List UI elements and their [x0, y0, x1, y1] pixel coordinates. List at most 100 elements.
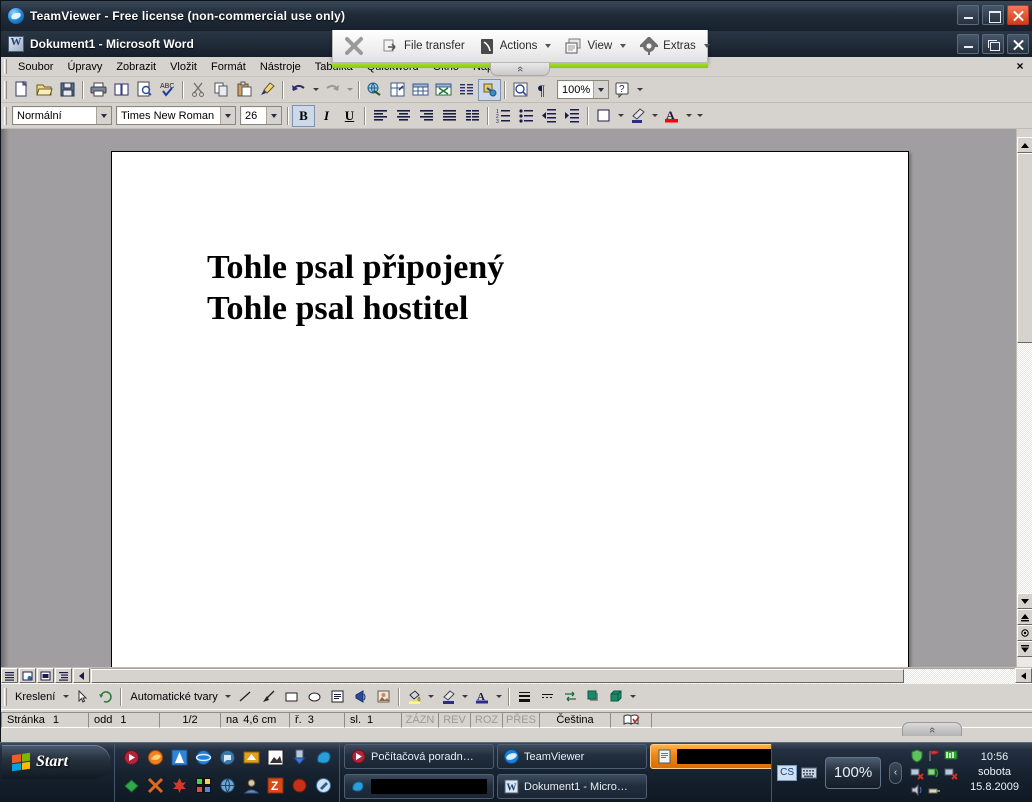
select-browse-object-button[interactable]: [1017, 625, 1032, 641]
menu-vlozit[interactable]: Vložit: [163, 59, 204, 75]
avast-icon[interactable]: [167, 745, 191, 771]
drawing-toolbar-grip[interactable]: [4, 687, 7, 706]
dash-style-icon[interactable]: [536, 686, 559, 708]
formatting-toolbar-grip[interactable]: [4, 106, 7, 125]
highlight-icon[interactable]: [626, 105, 649, 127]
teamviewer-bottom-tab[interactable]: [902, 722, 962, 736]
autoshapes-caret-icon[interactable]: [223, 686, 234, 708]
status-language[interactable]: Čeština: [539, 711, 611, 728]
usb-icon[interactable]: [926, 782, 942, 798]
outline-view-icon[interactable]: [55, 668, 72, 683]
zoom-dropdown-icon[interactable]: [593, 81, 608, 98]
italic-button[interactable]: I: [315, 105, 338, 127]
save-icon[interactable]: [56, 79, 79, 101]
copy-icon[interactable]: [210, 79, 233, 101]
shadow-style-icon[interactable]: [582, 686, 605, 708]
task-button-pocitacova-poradna[interactable]: Počítačová poradn…: [344, 744, 494, 769]
menu-format[interactable]: Formát: [204, 59, 253, 75]
shield-icon[interactable]: [909, 748, 925, 764]
word-close-button[interactable]: [1007, 34, 1029, 54]
free-rotate-icon[interactable]: [94, 686, 117, 708]
align-right-icon[interactable]: [415, 105, 438, 127]
menu-upravy[interactable]: Úpravy: [60, 59, 109, 75]
horizontal-scroll-thumb[interactable]: [91, 668, 905, 683]
normal-view-icon[interactable]: [1, 668, 18, 683]
bold-button[interactable]: B: [292, 104, 315, 127]
sound-icon[interactable]: [909, 782, 925, 798]
web-icon[interactable]: [215, 773, 239, 799]
actions-caret-icon[interactable]: [545, 44, 552, 48]
line-style-icon[interactable]: [513, 686, 536, 708]
print-layout-view-icon[interactable]: [37, 668, 54, 683]
autoshapes-button[interactable]: Automatické tvary: [125, 691, 222, 703]
tv-extras-button[interactable]: Extras: [633, 30, 717, 63]
task-button-redacted-1[interactable]: [344, 774, 494, 799]
font-dropdown-icon[interactable]: [220, 107, 235, 124]
line-icon[interactable]: [234, 686, 257, 708]
font-color-icon[interactable]: A: [471, 686, 494, 708]
web-layout-view-icon[interactable]: [19, 668, 36, 683]
menu-zobrazit[interactable]: Zobrazit: [109, 59, 163, 75]
style-dropdown-icon[interactable]: [96, 107, 111, 124]
formatting-toolbar-options-icon[interactable]: [694, 105, 705, 127]
wordart-icon[interactable]: [349, 686, 372, 708]
status-mode-zazn[interactable]: ZÁZN: [401, 711, 439, 728]
messenger-icon[interactable]: [311, 745, 335, 771]
status-mode-roz[interactable]: ROZ: [470, 711, 503, 728]
line-color-icon[interactable]: [437, 686, 460, 708]
fill-color-dropdown-icon[interactable]: [426, 686, 437, 708]
internet-explorer-icon[interactable]: [191, 745, 215, 771]
taskbar-clock[interactable]: 10:56 sobota 15.8.2009: [966, 750, 1027, 795]
align-justify-icon[interactable]: [438, 105, 461, 127]
tv-actions-button[interactable]: Actions: [472, 30, 559, 63]
scroll-right-button[interactable]: [1015, 668, 1032, 683]
align-left-icon[interactable]: [369, 105, 392, 127]
font-color-dropdown-icon[interactable]: [683, 105, 694, 127]
word-minimize-button[interactable]: [957, 34, 979, 54]
language-indicator[interactable]: CS: [777, 764, 798, 781]
previous-page-button[interactable]: [1017, 609, 1032, 625]
emerald-icon[interactable]: [119, 773, 143, 799]
page-preview-icon[interactable]: [133, 79, 156, 101]
miranda-icon[interactable]: [215, 745, 239, 771]
status-mode-pres[interactable]: PŘES: [502, 711, 540, 728]
task-button-active-redacted[interactable]: [650, 744, 772, 769]
line-color-dropdown-icon[interactable]: [460, 686, 471, 708]
flag-icon[interactable]: [926, 748, 942, 764]
vertical-scroll-track[interactable]: [1017, 343, 1032, 593]
style-combo[interactable]: Normální: [12, 106, 112, 125]
reading-view-icon[interactable]: [73, 668, 90, 683]
format-painter-icon[interactable]: [256, 79, 279, 101]
arrow-style-icon[interactable]: [559, 686, 582, 708]
align-distributed-icon[interactable]: [461, 105, 484, 127]
wireless-icon[interactable]: [926, 765, 942, 781]
zoner-icon[interactable]: Z: [263, 773, 287, 799]
next-page-button[interactable]: [1017, 641, 1032, 657]
insert-picture-icon[interactable]: [372, 686, 395, 708]
text-box-icon[interactable]: [326, 686, 349, 708]
spell-status-icon[interactable]: [610, 711, 652, 728]
borders-icon[interactable]: [592, 105, 615, 127]
font-color-icon[interactable]: A: [660, 105, 683, 127]
drawing-icon[interactable]: [478, 78, 501, 101]
bulleted-list-icon[interactable]: [515, 105, 538, 127]
3d-style-icon[interactable]: [605, 686, 628, 708]
horizontal-scroll-track[interactable]: [91, 667, 1015, 684]
document-page[interactable]: Tohle psal připojený Tohle psal hostitel: [111, 151, 909, 667]
open-folder-icon[interactable]: [33, 79, 56, 101]
record-icon[interactable]: [287, 773, 311, 799]
document-area[interactable]: Tohle psal připojený Tohle psal hostitel: [1, 129, 1032, 667]
vertical-scrollbar[interactable]: [1016, 129, 1032, 667]
teamviewer-close-button[interactable]: [1007, 5, 1029, 25]
cut-scissors-icon[interactable]: [187, 79, 210, 101]
status-mode-rev[interactable]: REV: [438, 711, 471, 728]
standard-toolbar-grip[interactable]: [4, 80, 7, 99]
maple-icon[interactable]: [167, 773, 191, 799]
menu-soubor[interactable]: Soubor: [11, 59, 60, 75]
decrease-indent-icon[interactable]: [538, 105, 561, 127]
scroll-down-button[interactable]: [1017, 593, 1032, 609]
user-icon[interactable]: [239, 773, 263, 799]
teamviewer-minimize-button[interactable]: [957, 5, 979, 25]
oval-icon[interactable]: [303, 686, 326, 708]
zoom-combo[interactable]: 100%: [557, 80, 609, 99]
